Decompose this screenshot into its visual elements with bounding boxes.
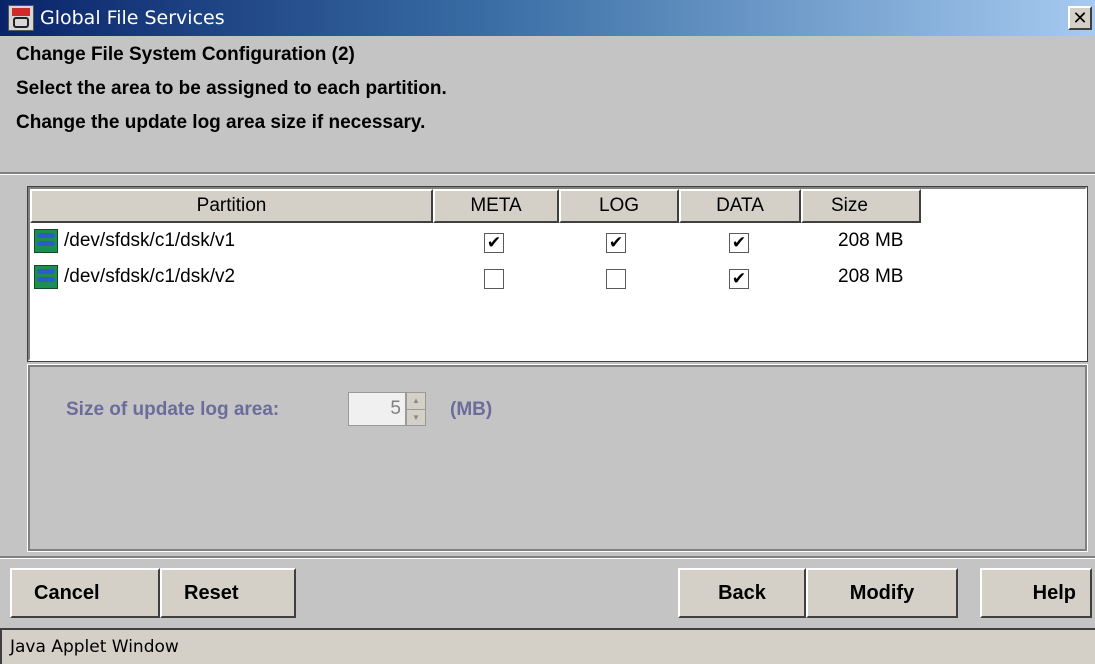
column-header-size[interactable]: Size (801, 189, 921, 223)
log-size-spinner[interactable]: ▲ ▼ (406, 392, 426, 426)
applet-icon (8, 5, 34, 31)
partition-name: /dev/sfdsk/c1/dsk/v1 (64, 230, 236, 251)
log-size-unit: (MB) (450, 399, 493, 420)
disk-icon (34, 229, 58, 253)
close-icon: ✕ (1072, 8, 1088, 28)
heading-instruction-1: Select the area to be assigned to each p… (16, 78, 447, 99)
divider (0, 172, 1095, 175)
back-button[interactable]: Back (678, 568, 806, 618)
log-checkbox-v2[interactable] (606, 269, 626, 289)
status-bar: Java Applet Window (0, 628, 1095, 664)
data-checkbox-v1[interactable]: ✔ (729, 233, 749, 253)
spinner-up-icon[interactable]: ▲ (407, 393, 425, 410)
log-size-input[interactable]: 5 (348, 392, 406, 426)
modify-button[interactable]: Modify (806, 568, 958, 618)
partition-table[interactable]: Partition META LOG DATA Size /dev/sfdsk/… (27, 186, 1088, 362)
help-button[interactable]: Help (980, 568, 1092, 618)
table-row[interactable]: /dev/sfdsk/c1/dsk/v1 (34, 227, 235, 255)
close-button[interactable]: ✕ (1068, 6, 1092, 30)
log-checkbox-v1[interactable]: ✔ (606, 233, 626, 253)
meta-checkbox-v1[interactable]: ✔ (484, 233, 504, 253)
table-row[interactable]: /dev/sfdsk/c1/dsk/v2 (34, 263, 235, 291)
column-header-partition[interactable]: Partition (30, 189, 433, 223)
title-bar: Global File Services ✕ (0, 0, 1095, 36)
spinner-down-icon[interactable]: ▼ (407, 410, 425, 426)
column-header-meta[interactable]: META (433, 189, 559, 223)
reset-button[interactable]: Reset (160, 568, 296, 618)
data-checkbox-v2[interactable]: ✔ (729, 269, 749, 289)
partition-size: 208 MB (838, 230, 904, 251)
partition-name: /dev/sfdsk/c1/dsk/v2 (64, 266, 236, 287)
log-size-label: Size of update log area: (66, 399, 280, 420)
meta-checkbox-v2[interactable] (484, 269, 504, 289)
partition-size: 208 MB (838, 266, 904, 287)
heading-title: Change File System Configuration (2) (16, 44, 355, 65)
cancel-button[interactable]: Cancel (10, 568, 160, 618)
column-header-data[interactable]: DATA (679, 189, 801, 223)
log-area-panel: Size of update log area: 5 ▲ ▼ (MB) (27, 364, 1088, 552)
disk-icon (34, 265, 58, 289)
column-header-log[interactable]: LOG (559, 189, 679, 223)
divider (0, 556, 1095, 559)
window-title: Global File Services (40, 7, 225, 29)
heading-instruction-2: Change the update log area size if neces… (16, 112, 426, 133)
